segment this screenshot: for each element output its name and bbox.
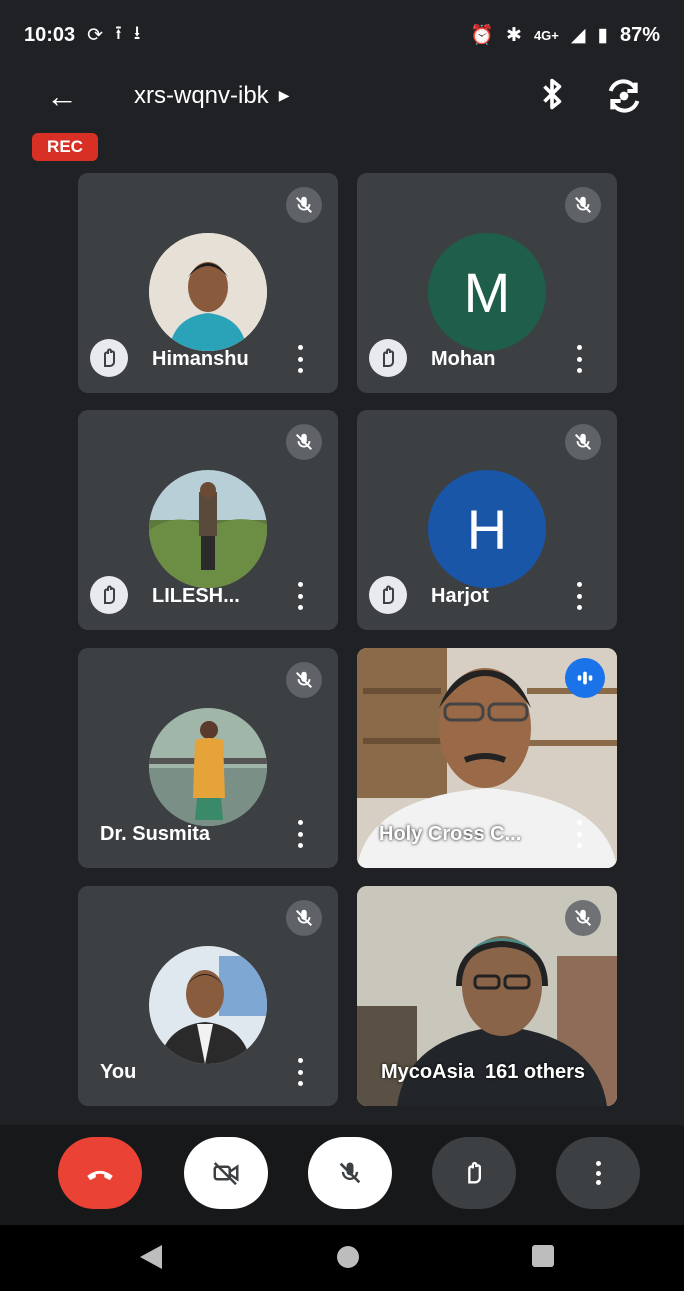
camera-toggle-button[interactable] bbox=[184, 1137, 268, 1209]
participant-name: Holy Cross C... bbox=[379, 823, 522, 845]
alarm-icon: ⏰ bbox=[470, 25, 495, 46]
camera-off-icon bbox=[213, 1162, 239, 1186]
participant-video-tile[interactable]: Holy Cross C... bbox=[357, 648, 617, 868]
bluetooth-audio-icon[interactable] bbox=[534, 76, 570, 112]
mic-off-icon bbox=[286, 662, 322, 698]
participant-name: Mohan bbox=[431, 348, 496, 370]
participant-name: You bbox=[100, 1061, 137, 1083]
avatar bbox=[149, 233, 267, 351]
raised-hand-icon bbox=[369, 339, 407, 377]
battery-level: 87% bbox=[619, 23, 660, 46]
hang-up-icon bbox=[87, 1170, 113, 1181]
status-bar: 10:03 ⟳ ⭱ ⭳ ⏰ ✱ 4G+ ◢ ▮ 87% bbox=[0, 0, 684, 70]
others-count: 161 others bbox=[485, 1061, 586, 1083]
download-icon: ⭳ bbox=[133, 23, 141, 44]
mic-off-icon bbox=[286, 424, 322, 460]
hand-icon bbox=[468, 1162, 481, 1184]
raised-hand-icon bbox=[90, 339, 128, 377]
more-options-icon[interactable] bbox=[294, 345, 306, 373]
nav-recents-icon[interactable] bbox=[530, 1243, 556, 1269]
raised-hand-icon bbox=[90, 576, 128, 614]
meeting-code-label: xrs-wqnv-ibk bbox=[134, 82, 269, 109]
status-time: 10:03 bbox=[24, 23, 76, 46]
meeting-code-button[interactable]: xrs-wqnv-ibk ▶ bbox=[134, 82, 289, 110]
caret-right-icon: ▶ bbox=[278, 87, 290, 103]
mic-off-icon bbox=[339, 1162, 361, 1184]
avatar: H bbox=[428, 470, 546, 588]
avatar bbox=[149, 708, 267, 826]
meeting-top-bar: ← xrs-wqnv-ibk ▶ bbox=[0, 70, 684, 126]
more-options-icon[interactable] bbox=[573, 820, 585, 848]
network-type: 4G+ bbox=[533, 27, 559, 43]
mic-off-icon bbox=[565, 424, 601, 460]
mic-off-icon bbox=[286, 187, 322, 223]
switch-camera-icon[interactable] bbox=[604, 76, 644, 116]
more-options-button[interactable] bbox=[556, 1137, 640, 1209]
android-nav-bar bbox=[0, 1225, 684, 1291]
raised-hand-icon bbox=[369, 576, 407, 614]
participant-tile[interactable]: M Mohan bbox=[357, 173, 617, 393]
raise-hand-button[interactable] bbox=[432, 1137, 516, 1209]
participant-name: Harjot bbox=[431, 585, 489, 607]
participant-tile[interactable]: H Harjot bbox=[357, 410, 617, 630]
nav-home-icon[interactable] bbox=[334, 1243, 362, 1271]
more-options-icon[interactable] bbox=[294, 820, 306, 848]
speaking-indicator-icon bbox=[565, 658, 605, 698]
nav-back-icon[interactable] bbox=[138, 1243, 164, 1271]
more-options-icon[interactable] bbox=[573, 582, 585, 610]
participant-name: Dr. Susmita bbox=[100, 823, 211, 845]
more-options-icon[interactable] bbox=[573, 345, 585, 373]
battery-icon: ▮ bbox=[597, 24, 608, 46]
signal-icon: ◢ bbox=[570, 24, 586, 46]
mic-toggle-button[interactable] bbox=[308, 1137, 392, 1209]
self-tile[interactable]: You bbox=[78, 886, 338, 1106]
participant-name: MycoAsia bbox=[381, 1061, 475, 1083]
participant-tile[interactable]: LILESH... bbox=[78, 410, 338, 630]
avatar bbox=[149, 946, 267, 1064]
mic-off-icon bbox=[565, 900, 601, 936]
others-tile[interactable]: MycoAsia 161 others bbox=[357, 886, 617, 1106]
participant-tile[interactable]: Himanshu bbox=[78, 173, 338, 393]
end-call-button[interactable] bbox=[58, 1137, 142, 1209]
avatar: M bbox=[428, 233, 546, 351]
more-options-icon[interactable] bbox=[294, 1058, 306, 1086]
participant-name: Himanshu bbox=[152, 348, 249, 370]
participant-tile[interactable]: Dr. Susmita bbox=[78, 648, 338, 868]
sync-icon: ⟳ bbox=[87, 24, 104, 46]
upload-icon: ⭱ bbox=[115, 23, 122, 44]
mic-off-icon bbox=[565, 187, 601, 223]
more-options-icon[interactable] bbox=[294, 582, 306, 610]
participant-name: LILESH... bbox=[152, 585, 240, 607]
call-controls-bar bbox=[0, 1125, 684, 1225]
vertical-dots-icon bbox=[592, 1161, 604, 1185]
bluetooth-status-icon: ✱ bbox=[506, 24, 522, 46]
back-arrow-icon[interactable]: ← bbox=[46, 78, 78, 115]
recording-badge: REC bbox=[32, 133, 98, 161]
mic-off-icon bbox=[286, 900, 322, 936]
avatar bbox=[149, 470, 267, 588]
